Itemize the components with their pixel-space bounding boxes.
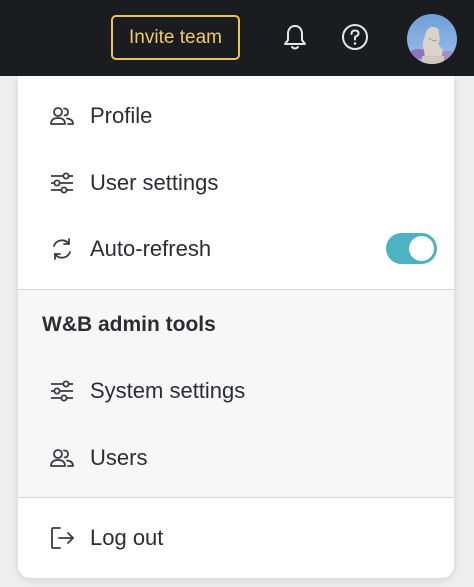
- menu-item-label: Profile: [90, 103, 153, 128]
- top-navigation-bar: Invite team: [0, 0, 474, 76]
- menu-item-label: Users: [90, 445, 148, 470]
- users-icon: [50, 449, 74, 467]
- menu-item-label: Log out: [90, 525, 164, 550]
- sliders-icon: [51, 172, 73, 194]
- bell-icon[interactable]: [280, 21, 310, 53]
- help-circle-icon[interactable]: [340, 21, 370, 53]
- menu-item-label: User settings: [90, 170, 219, 195]
- logout-icon: [51, 527, 74, 549]
- sliders-icon: [51, 380, 73, 402]
- auto-refresh-toggle[interactable]: [386, 233, 437, 264]
- invite-team-button[interactable]: Invite team: [111, 15, 240, 60]
- menu-item-label: Auto-refresh: [90, 236, 212, 261]
- admin-section-title: W&B admin tools: [42, 313, 216, 336]
- menu-item-log-out[interactable]: Log out: [18, 510, 454, 566]
- refresh-icon: [53, 238, 71, 260]
- menu-item-system-settings[interactable]: System settings: [18, 363, 454, 419]
- menu-divider: [18, 497, 454, 498]
- users-icon: [50, 107, 74, 125]
- menu-item-profile[interactable]: Profile: [18, 88, 454, 144]
- menu-item-users[interactable]: Users: [18, 430, 454, 486]
- user-dropdown-menu: Profile User settings Auto-refresh W&B a…: [18, 76, 454, 578]
- toggle-knob: [409, 236, 434, 261]
- user-avatar[interactable]: [407, 14, 457, 64]
- menu-item-user-settings[interactable]: User settings: [18, 155, 454, 211]
- menu-item-label: System settings: [90, 378, 246, 403]
